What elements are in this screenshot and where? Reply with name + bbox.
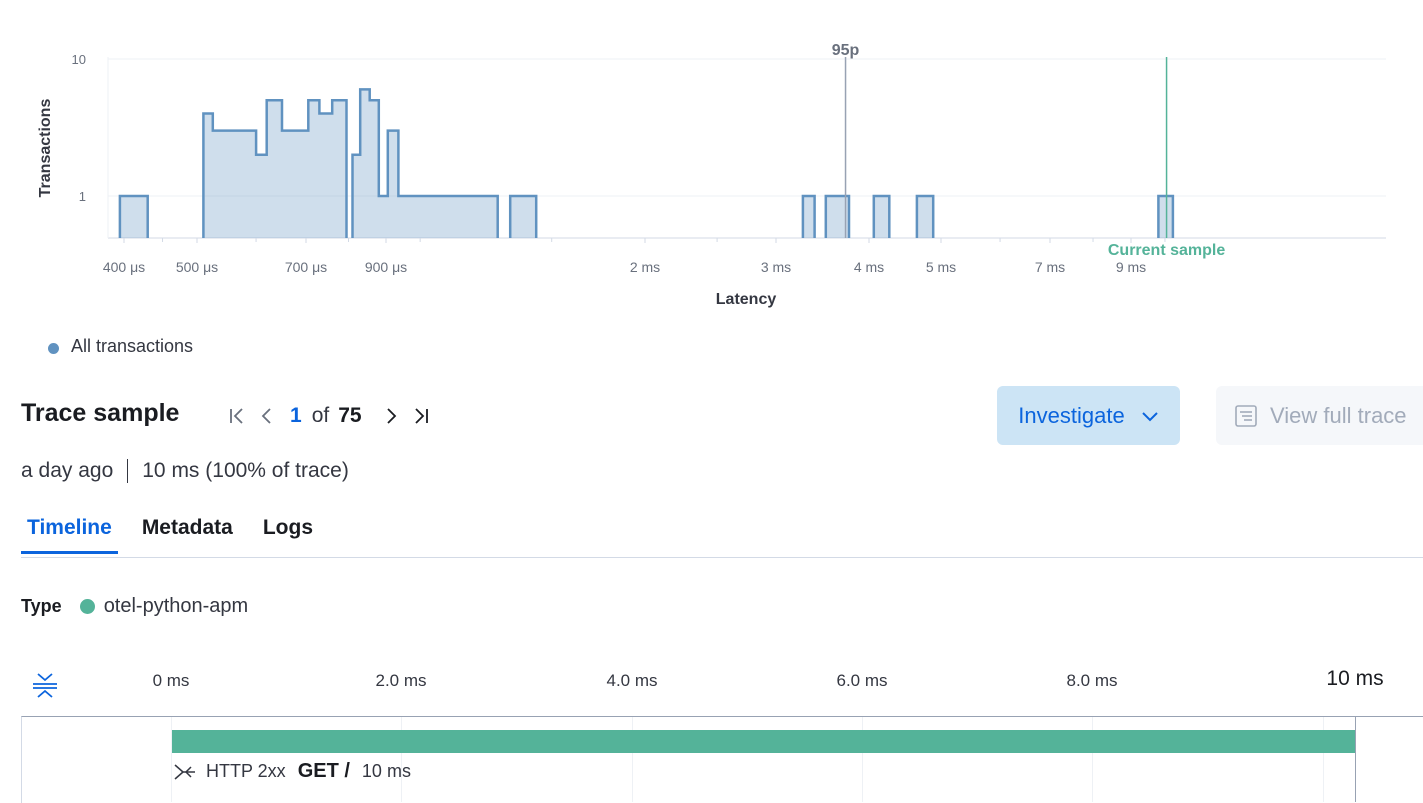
timeline-end-line xyxy=(1355,717,1356,802)
histogram-area xyxy=(1158,196,1173,238)
y-axis-title: Transactions xyxy=(37,99,54,198)
last-page-button[interactable] xyxy=(406,400,436,432)
x-tick-label: 500 μs xyxy=(176,259,218,275)
chart-legend[interactable]: All transactions xyxy=(48,336,193,357)
type-value[interactable]: otel-python-apm xyxy=(104,595,249,618)
span-duration: 10 ms xyxy=(361,761,411,781)
document-icon xyxy=(1235,404,1257,427)
timeline-end-label: 10 ms xyxy=(1326,667,1384,690)
chevron-down-icon xyxy=(1141,411,1158,421)
x-tick-label: 2 ms xyxy=(630,259,660,275)
trace-pager: 1 of 75 xyxy=(222,400,436,432)
tab-timeline[interactable]: Timeline xyxy=(21,510,118,554)
chevron-left-icon xyxy=(261,408,271,424)
tab-metadata[interactable]: Metadata xyxy=(136,510,239,554)
timeline-tick: 8.0 ms xyxy=(1066,671,1118,690)
trace-percent: (100% of trace) xyxy=(199,459,349,482)
current-page[interactable]: 1 xyxy=(290,404,302,428)
histogram-area xyxy=(802,196,815,238)
percentile-95-label: 95p xyxy=(832,42,860,59)
total-pages: 75 xyxy=(338,404,362,427)
x-tick-label: 5 ms xyxy=(926,259,956,275)
investigate-button[interactable]: Investigate xyxy=(997,386,1180,445)
chevron-right-icon xyxy=(386,408,396,424)
histogram-area xyxy=(119,196,148,238)
x-tick-label: 700 μs xyxy=(285,259,327,275)
view-full-trace-label: View full trace xyxy=(1270,402,1407,428)
last-page-icon xyxy=(414,408,428,424)
view-full-trace-button[interactable]: View full trace xyxy=(1216,386,1423,445)
x-tick-label: 9 ms xyxy=(1116,259,1146,275)
type-label: Type xyxy=(21,596,62,616)
histogram-area xyxy=(873,196,890,238)
y-tick-label: 1 xyxy=(79,189,86,204)
summary-separator xyxy=(127,459,129,483)
trace-tabs: Timeline Metadata Logs xyxy=(21,510,337,554)
histogram-area xyxy=(916,196,934,238)
first-page-icon xyxy=(230,408,243,424)
type-legend: Type otel-python-apm xyxy=(21,595,248,618)
trace-sample-title: Trace sample xyxy=(21,399,180,427)
span-status: HTTP 2xx xyxy=(206,761,286,781)
histogram-area xyxy=(203,100,347,238)
transaction-span-bar[interactable] xyxy=(172,730,1355,753)
tabs-divider xyxy=(21,557,1423,558)
service-dot-icon xyxy=(79,599,95,614)
histogram-area xyxy=(352,89,498,239)
x-tick-label: 4 ms xyxy=(854,259,884,275)
first-page-button[interactable] xyxy=(222,400,252,432)
timeline-tick: 4.0 ms xyxy=(606,671,658,690)
current-sample-label: Current sample xyxy=(1108,242,1225,259)
pager-of-label: of xyxy=(311,404,330,427)
trace-duration: 10 ms xyxy=(142,459,200,482)
x-axis-title: Latency xyxy=(716,291,777,308)
histogram-area xyxy=(510,196,537,238)
y-tick-label: 10 xyxy=(72,52,86,67)
tab-logs[interactable]: Logs xyxy=(257,510,319,554)
timeline-tick: 2.0 ms xyxy=(375,671,427,690)
x-tick-label: 900 μs xyxy=(365,259,407,275)
http-exchange-icon xyxy=(174,763,195,780)
span-name: GET / xyxy=(297,760,350,782)
timeline-tick: 0 ms xyxy=(152,671,190,690)
trace-summary: a day ago 10 ms (100% of trace) xyxy=(21,459,349,483)
transaction-span-label[interactable]: HTTP 2xx GET / 10 ms xyxy=(172,760,411,783)
x-tick-label: 7 ms xyxy=(1035,259,1065,275)
investigate-label: Investigate xyxy=(1018,402,1125,428)
timeline-tick: 6.0 ms xyxy=(836,671,888,690)
latency-distribution-chart: 10 1 400 μs 500 μs 700 μs 900 μs 2 ms 3 ms 4 ms 5… xyxy=(37,42,1386,308)
x-tick-label: 400 μs xyxy=(103,259,145,275)
legend-dot-icon xyxy=(48,343,59,354)
collapse-all-icon[interactable] xyxy=(30,670,60,700)
next-page-button[interactable] xyxy=(376,400,406,432)
trace-age: a day ago xyxy=(21,459,114,482)
previous-page-button[interactable] xyxy=(252,400,282,432)
x-tick-label: 3 ms xyxy=(761,259,791,275)
legend-label: All transactions xyxy=(71,336,194,356)
